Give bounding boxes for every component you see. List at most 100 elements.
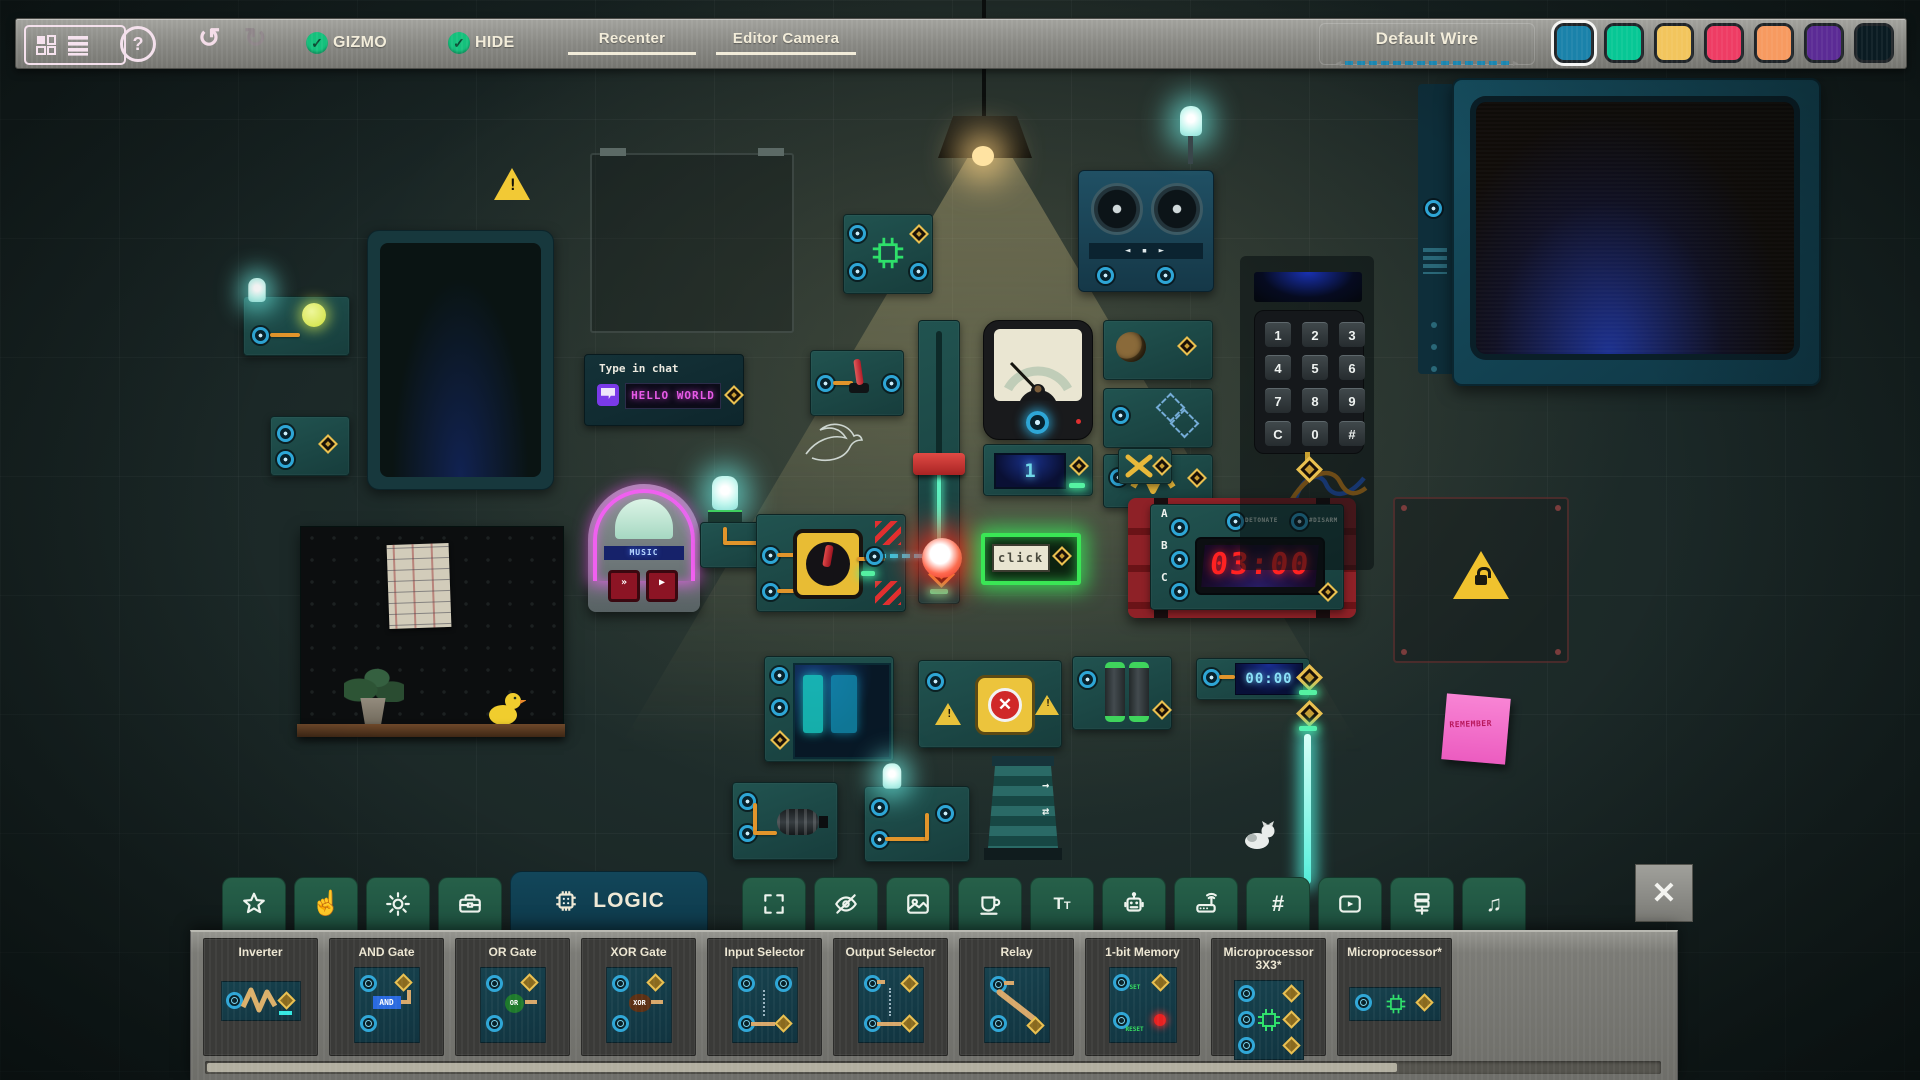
keypad-gadget[interactable]: 1 2 3 4 5 6 7 8 9 C 0 # [1252,266,1365,483]
part-card[interactable]: OR Gate OR [455,938,570,1056]
scrollbar-thumb[interactable] [207,1063,1397,1072]
transport-strip[interactable]: ◄ ▪ ► [1089,243,1203,259]
port-blue[interactable] [883,375,900,392]
play-button[interactable]: ▶ [646,570,678,602]
port-blue[interactable] [910,263,927,280]
port-blue[interactable] [277,451,294,468]
rubber-duck[interactable] [486,688,526,726]
poster[interactable] [386,542,452,630]
port-blue[interactable] [817,375,834,392]
undo-icon[interactable]: ↺ [198,23,221,54]
keypad-key-7[interactable]: 7 [1265,388,1291,413]
part-card[interactable]: Microprocessor* [1337,938,1452,1056]
keypad-key-6[interactable]: 6 [1339,355,1365,380]
part-card[interactable]: Microprocessor 3X3* [1211,938,1326,1060]
keypad-key-1[interactable]: 1 [1265,322,1291,347]
wire-color-swatch[interactable] [1604,23,1644,63]
part-card[interactable]: AND Gate AND [329,938,444,1056]
click-label-plate[interactable]: click [992,544,1050,572]
bulb-on-stand[interactable] [1172,106,1212,170]
part-card[interactable]: Input Selector [707,938,822,1056]
port-blue[interactable] [927,673,944,690]
tab-star[interactable] [222,877,286,930]
wire-color-swatch[interactable] [1654,23,1694,63]
keypad-key-8[interactable]: 8 [1302,388,1328,413]
chat-screen[interactable]: HELLO WORLD [625,383,721,409]
analog-meter-gadget[interactable] [983,320,1093,440]
gizmo-toggle[interactable]: ✓ GIZMO [306,32,387,54]
bellows-gadget[interactable]: → ⇄ [984,756,1062,860]
port-yellow[interactable] [1177,336,1197,356]
led-gadget[interactable] [243,278,350,356]
port-blue[interactable] [771,667,788,684]
coin-sensor-gadget[interactable] [1103,320,1213,380]
port-yellow[interactable] [1296,664,1323,691]
click-button-gadget[interactable]: click [981,533,1081,585]
cat-figure[interactable] [1242,818,1278,850]
tab-video[interactable] [1318,877,1382,930]
locked-panel[interactable] [1393,497,1569,663]
tab-fullscreen[interactable] [742,877,806,930]
port-yellow[interactable] [318,434,338,454]
keypad-key-4[interactable]: 4 [1265,355,1291,380]
rotary-switch[interactable] [793,529,863,599]
tab-router[interactable] [1174,877,1238,930]
part-card[interactable]: XOR Gate XOR [581,938,696,1056]
tab-eye-off[interactable] [814,877,878,930]
part-card[interactable]: Output Selector [833,938,948,1056]
port-blue[interactable] [252,327,269,344]
port-blue[interactable] [866,548,883,565]
tab-server[interactable] [1390,877,1454,930]
port-blue[interactable] [1112,407,1129,424]
keypad-key-#[interactable]: # [1339,421,1365,446]
port-blue[interactable] [277,425,294,442]
chat-gadget[interactable]: Type in chat HELLO WORLD [584,354,744,426]
skip-button[interactable]: » [608,570,640,602]
switch-lever[interactable] [853,358,864,386]
part-card[interactable]: Relay [959,938,1074,1056]
port-blue[interactable] [937,805,954,822]
tab-text[interactable]: TT [1030,877,1094,930]
port-yellow[interactable] [1296,456,1323,483]
port-blue[interactable] [771,699,788,716]
tab-hand-click[interactable]: ☝ [294,877,358,930]
keypad-key-3[interactable]: 3 [1339,322,1365,347]
tab-toolbox[interactable] [438,877,502,930]
port-blue[interactable] [1171,551,1188,568]
tab-robot[interactable] [1102,877,1166,930]
scope-gadget[interactable] [764,656,894,762]
keypad-key-9[interactable]: 9 [1339,388,1365,413]
port-yellow[interactable] [909,224,929,244]
port-blue[interactable] [1157,267,1174,284]
part-card[interactable]: 1-bit Memory SET RESET [1085,938,1200,1056]
tab-logic[interactable]: LOGIC [510,871,708,930]
keypad-key-2[interactable]: 2 [1302,322,1328,347]
slider-handle[interactable] [913,453,965,475]
wire-color-swatch[interactable] [1854,23,1894,63]
tab-hash[interactable]: # [1246,877,1310,930]
default-wire-selector[interactable]: Default Wire ◄ ► [1319,23,1535,68]
battery-gadget[interactable] [1072,656,1172,730]
recenter-button[interactable]: Recenter [568,30,696,55]
wire-color-swatch[interactable] [1554,23,1594,63]
port-blue[interactable] [849,225,866,242]
small-port-board[interactable] [270,416,350,476]
counter-display-gadget[interactable]: 1 [983,444,1093,496]
microchip-gadget[interactable] [843,214,933,294]
red-led-button[interactable] [922,538,962,578]
left-tablet-screen[interactable] [367,230,554,490]
port-yellow[interactable] [1052,546,1072,566]
sticky-note[interactable]: REMEMBER [1441,693,1511,765]
timer-display-gadget[interactable]: 00:00 [1196,658,1310,700]
port-blue[interactable] [1026,411,1049,434]
tab-music[interactable]: ♫ [1462,877,1526,930]
port-yellow[interactable] [1152,700,1172,720]
editor-camera-button[interactable]: Editor Camera [716,30,856,55]
bulb-gadget[interactable] [864,763,970,862]
rotary-switch-gadget[interactable] [756,514,906,612]
port-blue[interactable] [1171,583,1188,600]
error-gadget[interactable]: ! ✕ ! [918,660,1062,748]
mounting-frame[interactable] [590,148,794,333]
keypad-key-C[interactable]: C [1265,421,1291,446]
tab-sun[interactable] [366,877,430,930]
